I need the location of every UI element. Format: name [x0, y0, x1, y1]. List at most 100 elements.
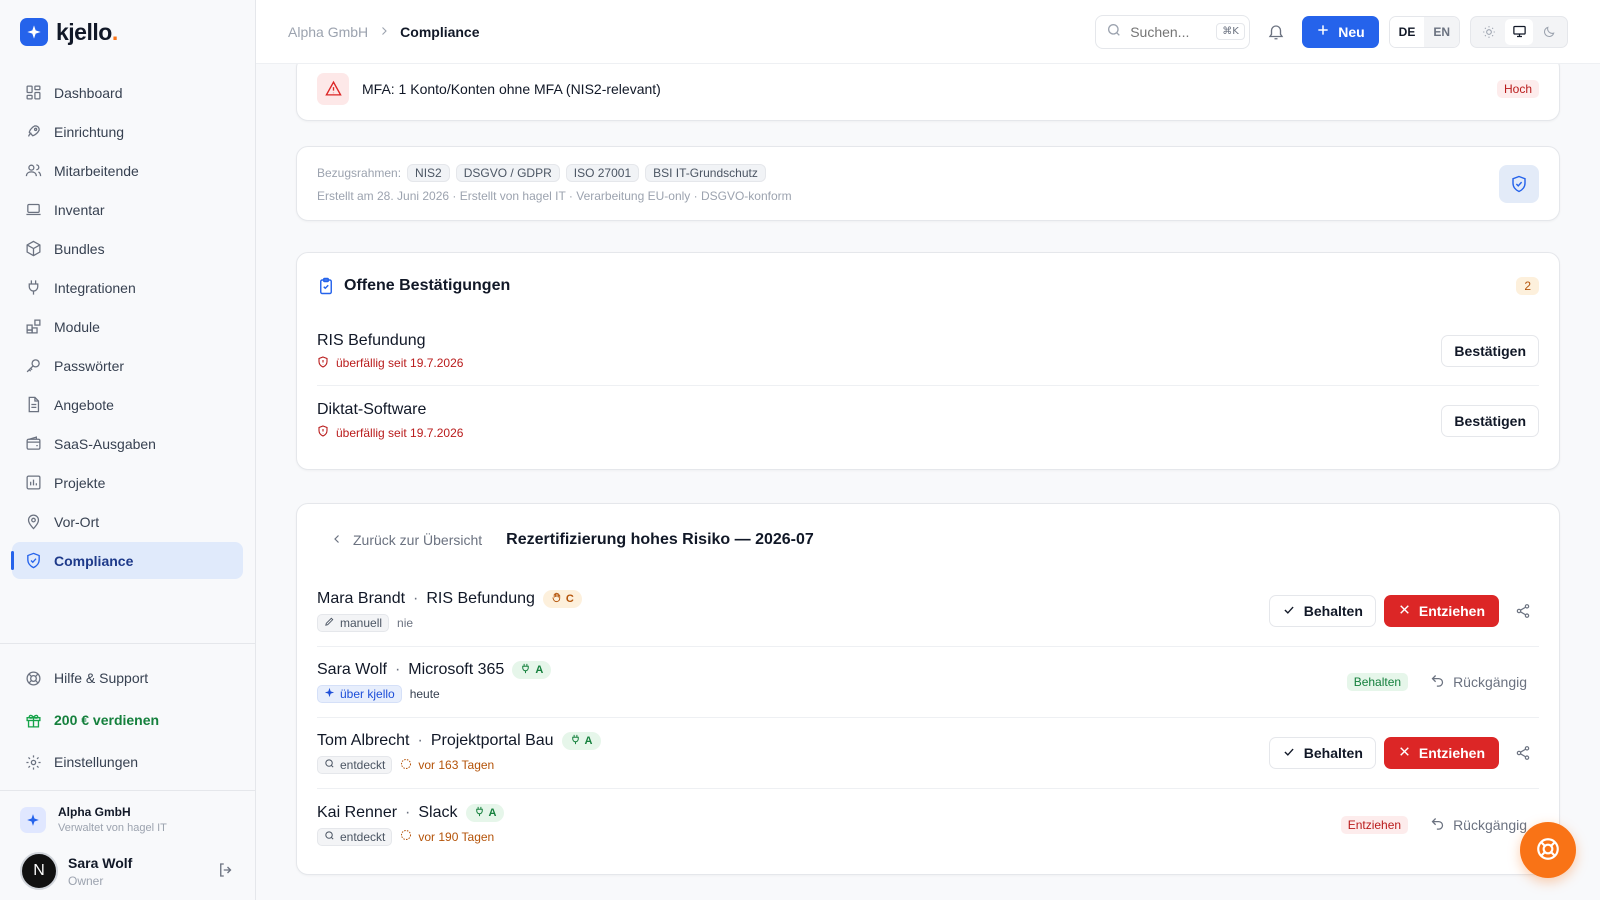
sidebar-item-projekte[interactable]: Projekte: [12, 464, 243, 501]
table-row: Kai Renner · Slack A entdeckt vor 190 Ta…: [317, 789, 1539, 860]
recertification-title: Rezertifizierung hohes Risiko — 2026-07: [506, 531, 814, 548]
row-actions: Behalten Rückgängig: [1346, 673, 1539, 691]
recertification-header: Zurück zur Übersicht Rezertifizierung ho…: [317, 504, 1539, 576]
avatar[interactable]: N: [20, 852, 58, 890]
sidebar-item-label: Hilfe & Support: [54, 670, 149, 686]
lifebuoy-icon: [24, 669, 42, 687]
lang-en[interactable]: EN: [1424, 16, 1459, 47]
sidebar-item-inventar[interactable]: Inventar: [12, 191, 243, 228]
sidebar-item-angebote[interactable]: Angebote: [12, 386, 243, 423]
source-badge: entdeckt: [317, 756, 393, 774]
sidebar-item-label: Vor-Ort: [54, 513, 100, 530]
separator-dot: ·: [394, 661, 401, 678]
brand[interactable]: kjello.: [0, 0, 255, 64]
sidebar-item-label: Bundles: [54, 240, 105, 257]
hand-icon: [551, 592, 562, 606]
row-actions: Entziehen Rückgängig: [1340, 815, 1539, 834]
sidebar-item-integrationen[interactable]: Integrationen: [12, 269, 243, 306]
confirm-button[interactable]: Bestätigen: [1441, 404, 1539, 437]
moon-icon[interactable]: [1535, 19, 1563, 45]
org-managed-by: Verwaltet von hagel IT: [58, 822, 167, 834]
person-name: Kai Renner: [317, 803, 398, 821]
keep-button[interactable]: Behalten: [1268, 737, 1376, 769]
bell-icon[interactable]: [1260, 16, 1292, 48]
risk-badge: C: [542, 590, 582, 608]
wallet-icon: [24, 435, 42, 453]
sidebar-item-vor-ort[interactable]: Vor-Ort: [12, 503, 243, 540]
lang-de[interactable]: DE: [1389, 16, 1425, 47]
back-to-overview-link[interactable]: Zurück zur Übersicht: [331, 532, 482, 548]
search-box[interactable]: ⌘K: [1095, 14, 1251, 49]
sidebar-item-referral[interactable]: 200 € verdienen: [12, 700, 243, 740]
page-content: MFA: 1 Konto/Konten ohne MFA (NIS2-relev…: [256, 64, 1600, 900]
sidebar-item-mitarbeitende[interactable]: Mitarbeitende: [12, 152, 243, 189]
risk-badge: A: [465, 803, 505, 822]
clock-dashed-icon: [400, 758, 412, 773]
separator-dot: ·: [417, 732, 423, 749]
keep-button[interactable]: Behalten: [1268, 595, 1376, 627]
user-name: Sara Wolf: [68, 854, 133, 871]
account-panel: Alpha GmbH Verwaltet von hagel IT N Sara…: [0, 790, 255, 900]
sidebar-item-einrichtung[interactable]: Einrichtung: [12, 113, 243, 150]
sidebar-item-compliance[interactable]: Compliance: [11, 542, 243, 579]
sidebar-item-label: Einrichtung: [54, 123, 125, 140]
org-switcher[interactable]: Alpha GmbH Verwaltet von hagel IT: [20, 805, 235, 834]
frameworks-meta: Erstellt am 28. Juni 2026 · Erstellt von…: [317, 189, 792, 203]
help-fab-button[interactable]: [1520, 822, 1576, 878]
laptop-icon: [24, 201, 42, 219]
breadcrumb-org[interactable]: Alpha GmbH: [288, 24, 368, 40]
search-icon: [324, 830, 335, 844]
chevron-left-icon: [331, 532, 343, 548]
search-input[interactable]: [1130, 23, 1209, 40]
list-item: Diktat-Software überfällig seit 19.7.202…: [317, 386, 1539, 455]
map-pin-icon: [24, 513, 42, 531]
app-name: Slack: [418, 803, 458, 821]
breadcrumb-current: Compliance: [400, 23, 480, 40]
frameworks-row: Bezugsrahmen: NIS2 DSGVO / GDPR ISO 2700…: [317, 164, 792, 182]
key-icon: [24, 357, 42, 375]
new-button[interactable]: Neu: [1302, 15, 1379, 48]
sidebar-item-label: Compliance: [54, 552, 134, 569]
logout-icon[interactable]: [217, 861, 235, 882]
top-actions: ⌘K Neu DE EN: [1095, 14, 1568, 49]
row-actions: Behalten Entziehen: [1268, 737, 1539, 769]
shield-check-icon: [24, 552, 42, 570]
lifebuoy-icon: [1535, 836, 1561, 865]
gear-icon: [24, 753, 42, 771]
sidebar-item-dashboard[interactable]: Dashboard: [12, 74, 243, 111]
brand-logo-icon: [20, 18, 48, 46]
share-icon[interactable]: [1507, 737, 1539, 769]
sidebar-item-bundles[interactable]: Bundles: [12, 230, 243, 267]
table-row: Sara Wolf · Microsoft 365 A über kjello …: [317, 647, 1539, 718]
sidebar-item-saas-ausgaben[interactable]: SaaS-Ausgaben: [12, 425, 243, 462]
close-icon: [1398, 603, 1411, 619]
shield-alert-icon: [317, 355, 329, 371]
sidebar-item-label: Mitarbeitende: [54, 162, 139, 179]
undo-button[interactable]: Rückgängig: [1430, 816, 1527, 834]
revoke-button[interactable]: Entziehen: [1383, 737, 1499, 769]
confirm-button[interactable]: Bestätigen: [1441, 335, 1539, 367]
main-area: Alpha GmbH Compliance ⌘K Neu DE EN: [256, 0, 1600, 900]
frameworks-label: Bezugsrahmen:: [317, 166, 402, 180]
pencil-icon: [324, 616, 335, 630]
sidebar-item-hilfe[interactable]: Hilfe & Support: [12, 658, 243, 698]
monitor-icon[interactable]: [1505, 18, 1533, 45]
separator-dot: ·: [405, 803, 411, 821]
risk-badge: A: [512, 661, 552, 679]
app-name: Microsoft 365: [408, 661, 505, 678]
pending-title: Offene Bestätigungen: [344, 277, 511, 294]
sidebar-item-einstellungen[interactable]: Einstellungen: [12, 742, 243, 782]
pending-item-due: überfällig seit 19.7.2026: [317, 355, 463, 371]
share-icon[interactable]: [1507, 595, 1539, 627]
sidebar-item-passwoerter[interactable]: Passwörter: [12, 347, 243, 384]
person-name: Tom Albrecht: [317, 732, 410, 749]
last-seen: nie: [397, 616, 414, 630]
sun-icon[interactable]: [1475, 19, 1503, 45]
revoke-button[interactable]: Entziehen: [1383, 595, 1499, 627]
shield-check-icon: [1499, 164, 1539, 203]
undo-icon: [1430, 673, 1445, 691]
framework-chip: NIS2: [407, 164, 450, 182]
sidebar-item-module[interactable]: Module: [12, 308, 243, 345]
search-icon: [324, 758, 335, 772]
undo-button[interactable]: Rückgängig: [1430, 673, 1527, 691]
